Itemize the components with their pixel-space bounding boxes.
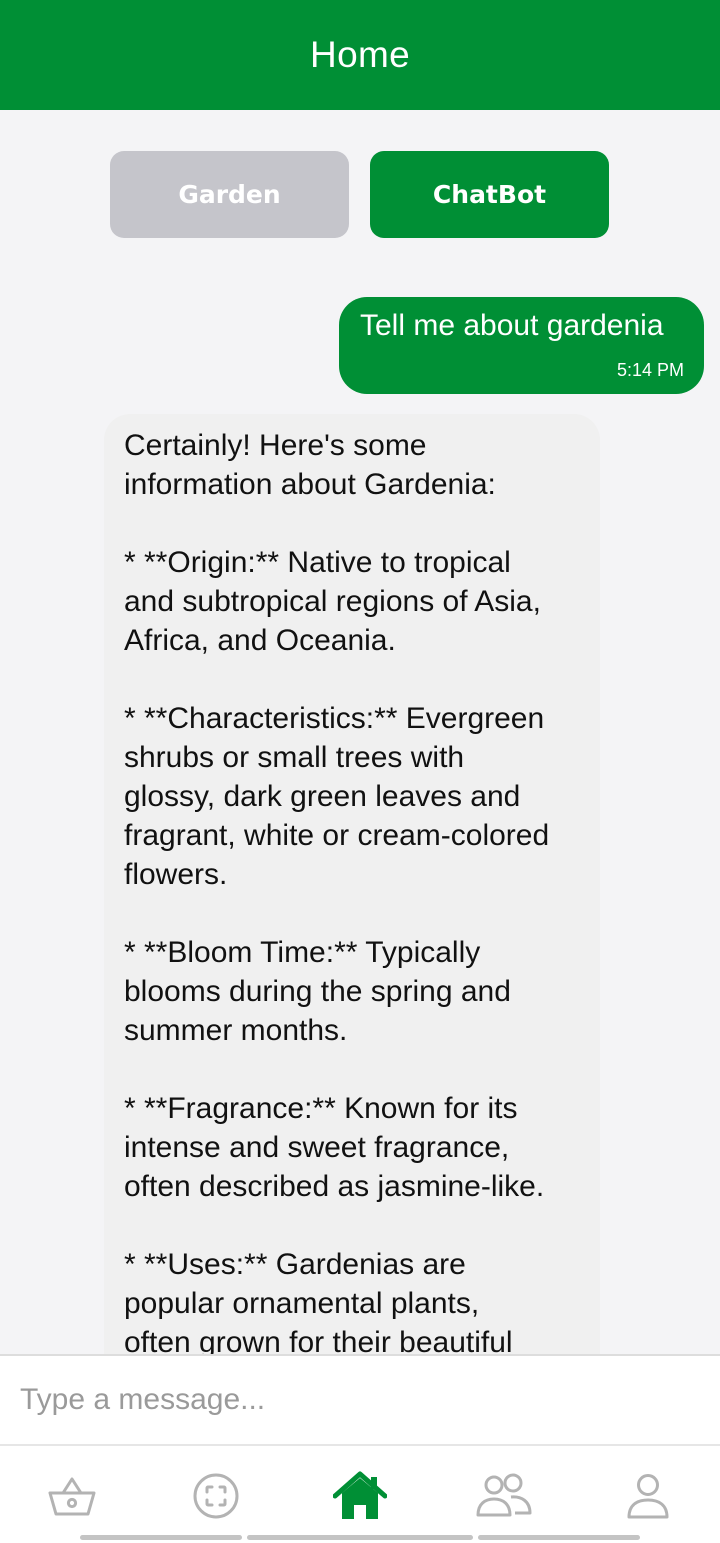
- nav-item-home[interactable]: [330, 1466, 390, 1526]
- bot-message-bubble: Certainly! Here's some information about…: [104, 414, 600, 1414]
- nav-item-basket[interactable]: [42, 1466, 102, 1526]
- message-input[interactable]: [20, 1356, 700, 1444]
- users-icon: [476, 1473, 532, 1517]
- nav-indicator-center: [247, 1535, 473, 1540]
- basket-icon: [48, 1477, 96, 1516]
- page-title: Home: [310, 34, 410, 75]
- user-message-bubble: Tell me about gardenia 5:14 PM: [339, 297, 704, 394]
- bot-message-text: Certainly! Here's some information about…: [124, 429, 550, 1359]
- bottom-nav: [0, 1446, 720, 1543]
- nav-indicator-left: [80, 1535, 242, 1540]
- scan-face-icon: [193, 1473, 239, 1519]
- chatbot-tab-button[interactable]: ChatBot: [370, 151, 609, 238]
- message-composer: [0, 1354, 720, 1446]
- nav-item-profile[interactable]: [618, 1466, 678, 1526]
- nav-item-scan[interactable]: [186, 1466, 246, 1526]
- user-message-time: 5:14 PM: [616, 360, 684, 380]
- garden-tab-button[interactable]: Garden: [110, 151, 349, 238]
- profile-icon: [627, 1474, 669, 1519]
- app-header: Home: [0, 0, 720, 110]
- home-icon: [333, 1471, 387, 1519]
- user-message-text: Tell me about gardenia: [360, 309, 664, 342]
- nav-item-community[interactable]: [474, 1466, 534, 1526]
- nav-indicator-right: [478, 1535, 640, 1540]
